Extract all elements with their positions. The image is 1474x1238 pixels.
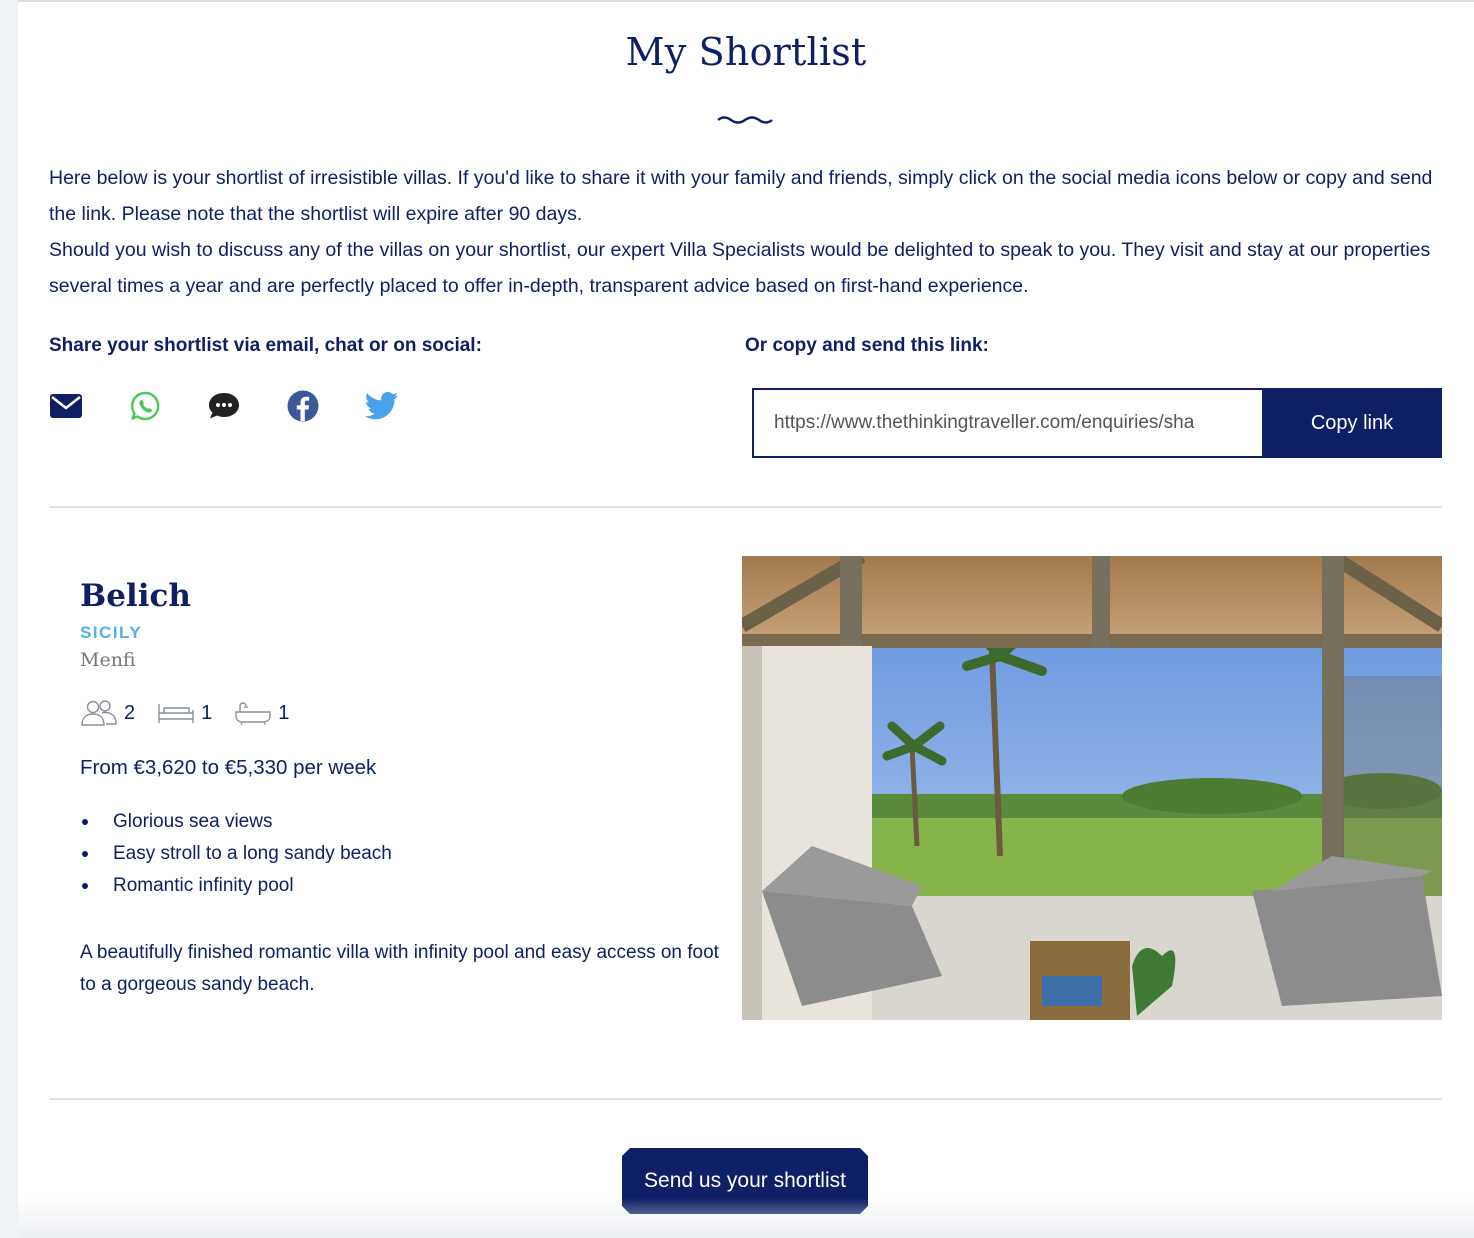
intro-paragraph: Should you wish to discuss any of the vi… [49,239,1431,297]
guests-icon [81,700,117,726]
villa-stats: 2 1 1 [80,700,311,726]
villa-features: Glorious sea views Easy stroll to a long… [80,806,392,902]
villa-price: From €3,620 to €5,330 per week [80,756,377,779]
villa-name[interactable]: Belich [80,578,191,614]
villa-town: Menfi [80,649,136,671]
wave-divider-icon [717,116,773,124]
guests-stat: 2 [80,700,135,726]
bedrooms-stat: 1 [157,702,212,725]
villa-description: A beautifully finished romantic villa wi… [80,942,719,995]
bathrooms-stat: 1 [234,701,289,725]
share-heading: Share your shortlist via email, chat or … [49,335,482,356]
section-divider [49,506,1442,508]
list-item: Romantic infinity pool [80,870,392,902]
email-icon[interactable] [49,390,83,422]
bath-icon [235,702,271,725]
list-item: Easy stroll to a long sandy beach [80,838,392,870]
bedrooms-count: 1 [201,701,213,724]
twitter-icon[interactable] [365,390,399,422]
list-item: Glorious sea views [80,806,392,838]
send-shortlist-button[interactable]: Send us your shortlist [622,1148,868,1214]
section-divider [49,1098,1442,1100]
villa-photo[interactable] [742,556,1442,1020]
copy-link-group: Copy link [752,388,1442,458]
bed-icon [158,704,194,723]
chat-icon[interactable] [207,390,241,422]
shortlist-page: My Shortlist Here below is your shortlis… [18,0,1474,1238]
share-icons [49,390,444,422]
bathrooms-count: 1 [278,701,290,724]
intro-text: Here below is your shortlist of irresist… [49,160,1439,304]
share-link-input[interactable] [752,388,1264,458]
copy-link-button[interactable]: Copy link [1262,388,1442,458]
whatsapp-icon[interactable] [128,390,162,422]
guests-count: 2 [124,701,136,724]
villa-region: SICILY [80,623,143,642]
intro-paragraph: Here below is your shortlist of irresist… [49,167,1433,225]
page-title: My Shortlist [625,30,867,74]
copy-link-heading: Or copy and send this link: [745,335,989,356]
facebook-icon[interactable] [286,390,320,422]
